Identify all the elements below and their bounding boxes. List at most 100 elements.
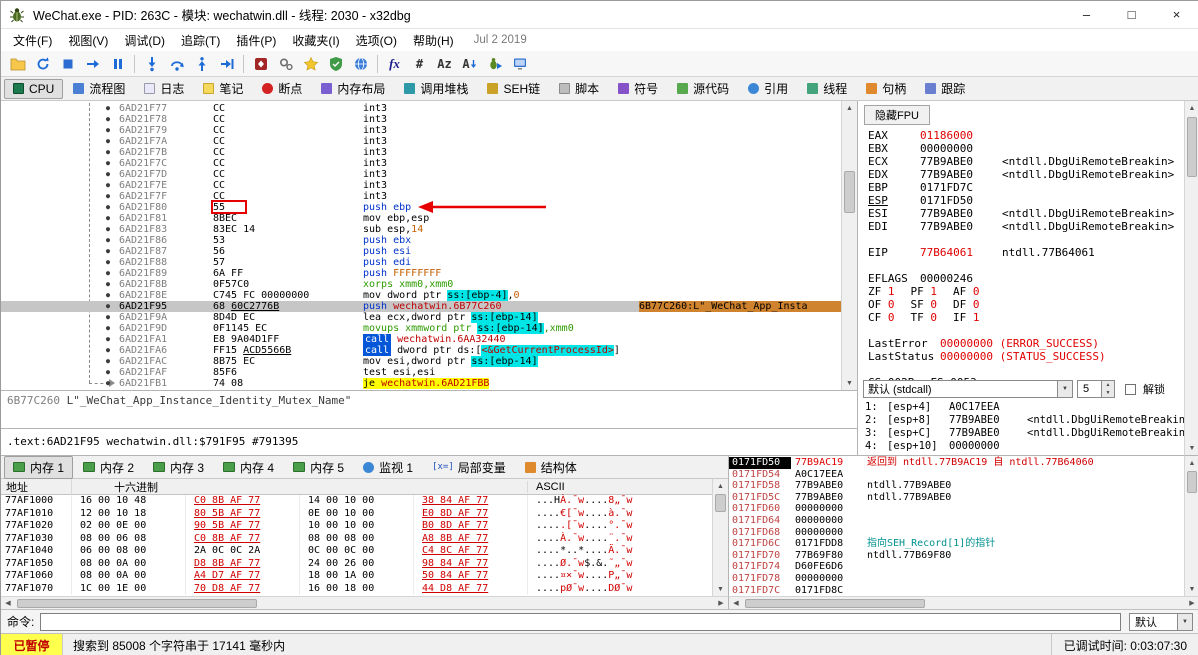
scroll-up-arrow[interactable]: ▲	[1185, 456, 1198, 470]
disasm-row[interactable]: 6AD21F95 68 60C2776B push wechatwin.6B77C2…	[1, 301, 857, 312]
register-row[interactable]: EDX 77B9ABE0 <ntdll.DbgUiRemoteBreakin>	[868, 168, 1198, 181]
step-into-icon[interactable]	[139, 53, 164, 75]
restart-icon[interactable]	[30, 53, 55, 75]
menu-item[interactable]: 追踪(T)	[173, 30, 228, 51]
stack-row[interactable]: 0171FD50 77B9AC19 返回到 ntdll.77B9AC19 自 ntd…	[729, 457, 1184, 469]
menu-item[interactable]: 调试(D)	[116, 30, 173, 51]
scroll-down-arrow[interactable]: ▼	[1185, 582, 1198, 596]
disasm-row[interactable]: 6AD21F77 CC int3	[1, 103, 857, 114]
tab-符号[interactable]: 符号	[609, 77, 667, 100]
disasm-row[interactable]: 6AD21F79 CC int3	[1, 125, 857, 136]
tab-调用堆栈[interactable]: 调用堆栈	[395, 77, 477, 100]
tab-源代码[interactable]: 源代码	[668, 77, 738, 100]
stack-row[interactable]: 0171FD58 77B9ABE0 ntdll.77B9ABE0	[729, 480, 1184, 492]
register-row[interactable]: EAX 01186000	[868, 129, 1198, 142]
dump-row[interactable]: 77AF1070 1C 00 1E 00 70 D8 AF 77 16 00 18 0…	[1, 582, 712, 595]
step-out-icon[interactable]	[189, 53, 214, 75]
spin-up-icon[interactable]: ▲	[1102, 381, 1114, 389]
scroll-left-arrow[interactable]: ◀	[729, 597, 743, 609]
strings-icon[interactable]: Az	[432, 53, 457, 75]
argument-row[interactable]: 4: [esp+10] 00000000	[865, 440, 1185, 453]
disasm-row[interactable]: 6AD21FAC 8B75 EC mov esi,dword ptr ss:[ebp…	[1, 356, 857, 367]
tab-笔记[interactable]: 笔记	[194, 77, 252, 100]
tab-线程[interactable]: 线程	[798, 77, 856, 100]
menu-item[interactable]: 收藏夹(I)	[284, 30, 347, 51]
stack-horizontal-scrollbar[interactable]: ◀ ▶	[728, 596, 1198, 609]
disasm-row[interactable]: 6AD21F89 6A FF push FFFFFFFF	[1, 268, 857, 279]
calling-convention-combo[interactable]: 默认 (stdcall) ▼	[863, 380, 1073, 398]
register-row[interactable]: ESI 77B9ABE0 <ntdll.DbgUiRemoteBreakin>	[868, 207, 1198, 220]
tab-句柄[interactable]: 句柄	[857, 77, 915, 100]
dump-row[interactable]: 77AF1050 08 00 0A 00 D8 8B AF 77 24 00 26 0…	[1, 557, 712, 570]
close-button[interactable]: ×	[1154, 1, 1198, 28]
register-row[interactable]: ESP 0171FD50	[868, 194, 1198, 207]
unlock-checkbox[interactable]	[1125, 383, 1136, 395]
tab-跟踪[interactable]: 跟踪	[916, 77, 974, 100]
stack-row[interactable]: 0171FD70 77B69F80 ntdll.77B69F80	[729, 550, 1184, 562]
scroll-up-arrow[interactable]: ▲	[1185, 101, 1198, 115]
scroll-right-arrow[interactable]: ▶	[714, 597, 728, 609]
scrollbar-thumb[interactable]	[745, 599, 925, 608]
assemble-icon[interactable]: A	[457, 53, 482, 75]
tab-引用[interactable]: 引用	[739, 77, 797, 100]
stack-row[interactable]: 0171FD74 D60FE6D6	[729, 561, 1184, 573]
disasm-row[interactable]: 6AD21FA1 E8 9A04D1FF call wechatwin.6AA324…	[1, 334, 857, 345]
register-row[interactable]: LastStatus 00000000 (STATUS_SUCCESS)	[868, 350, 1198, 363]
disasm-row[interactable]: 6AD21F87 56 push esi	[1, 246, 857, 257]
disasm-row[interactable]: 6AD21FB1 74 08 je wechatwin.6AD21FBB	[1, 378, 857, 389]
disasm-row[interactable]: 6AD21FA6 FF15 ACD5566B call dword ptr ds:[…	[1, 345, 857, 356]
menu-item[interactable]: 文件(F)	[5, 30, 60, 51]
tab-SEH链[interactable]: SEH链	[478, 77, 549, 100]
favourites-star-icon[interactable]	[298, 53, 323, 75]
scrollbar-thumb[interactable]	[17, 599, 257, 608]
patches-icon[interactable]: #	[407, 53, 432, 75]
stack-row[interactable]: 0171FD5C 77B9ABE0 ntdll.77B9ABE0	[729, 492, 1184, 504]
tab-内存 4[interactable]: 内存 4	[214, 456, 283, 479]
scroll-up-arrow[interactable]: ▲	[842, 101, 857, 115]
disasm-row[interactable]: 6AD21FAF 85F6 test esi,esi	[1, 367, 857, 378]
settings-gears-icon[interactable]	[273, 53, 298, 75]
highlight-fx-icon[interactable]: fx	[382, 53, 407, 75]
tab-内存 3[interactable]: 内存 3	[144, 456, 213, 479]
scroll-down-arrow[interactable]: ▼	[842, 376, 857, 390]
argument-row[interactable]: 3: [esp+C] 77B9ABE0 <ntdll.DbgUiRemoteBreak…	[865, 427, 1191, 440]
disasm-row[interactable]: 6AD21F7D CC int3	[1, 169, 857, 180]
register-row[interactable]: LastError 00000000 (ERROR_SUCCESS)	[868, 337, 1198, 350]
pause-icon[interactable]	[105, 53, 130, 75]
scroll-down-arrow[interactable]: ▼	[1185, 441, 1198, 455]
disasm-row[interactable]: 6AD21F9A 8D4D EC lea ecx,dword ptr ss:[ebp…	[1, 312, 857, 323]
argument-row[interactable]: 2: [esp+8] 77B9ABE0 <ntdll.DbgUiRemoteBreak…	[865, 414, 1191, 427]
stack-row[interactable]: 0171FD78 00000000	[729, 573, 1184, 585]
stack-row[interactable]: 0171FD6C 0171FDD8 指向SEH_Record[1]的指针	[729, 538, 1184, 550]
tab-流程图[interactable]: 流程图	[64, 77, 134, 100]
register-row[interactable]: CF 0 TF 0 IF 1	[868, 311, 1198, 324]
stack-row[interactable]: 0171FD54 A0C17EEA	[729, 469, 1184, 481]
menu-item[interactable]: 帮助(H)	[405, 30, 462, 51]
dump-row[interactable]: 77AF1060 08 00 0A 00 A4 D7 AF 77 18 00 1A 0…	[1, 570, 712, 583]
disasm-row[interactable]: 6AD21F7B CC int3	[1, 147, 857, 158]
register-row[interactable]: EFLAGS 00000246	[868, 272, 1198, 285]
minimize-button[interactable]: –	[1064, 1, 1109, 28]
disasm-row[interactable]: 6AD21F88 57 push edi	[1, 257, 857, 268]
menu-item[interactable]: 插件(P)	[228, 30, 284, 51]
disasm-row[interactable]: 6AD21F9D 0F1145 EC movups xmmword ptr ss:[…	[1, 323, 857, 334]
chevron-down-icon[interactable]: ▼	[1057, 381, 1072, 397]
stack-row[interactable]: 0171FD7C 0171FD8C	[729, 585, 1184, 596]
stack-row[interactable]: 0171FD64 00000000	[729, 515, 1184, 527]
shield-icon[interactable]	[323, 53, 348, 75]
disasm-row[interactable]: 6AD21F7A CC int3	[1, 136, 857, 147]
dump-scrollbar[interactable]: ▲ ▼	[712, 479, 728, 596]
stack-row[interactable]: 0171FD60 00000000	[729, 503, 1184, 515]
disasm-row[interactable]: 6AD21F7E CC int3	[1, 180, 857, 191]
dump-row[interactable]: 77AF1020 02 00 0E 00 90 5B AF 77 10 00 10 0…	[1, 520, 712, 533]
stack-scrollbar[interactable]: ▲ ▼	[1184, 455, 1198, 596]
register-row[interactable]: ECX 77B9ABE0 <ntdll.DbgUiRemoteBreakin>	[868, 155, 1198, 168]
register-row[interactable]: EBP 0171FD7C	[868, 181, 1198, 194]
step-over-icon[interactable]	[164, 53, 189, 75]
tab-结构体[interactable]: 结构体	[516, 456, 586, 479]
globe-icon[interactable]	[348, 53, 373, 75]
tab-日志[interactable]: 日志	[135, 77, 193, 100]
stop-icon[interactable]	[55, 53, 80, 75]
register-row[interactable]: EIP 77B64061 ntdll.77B64061	[868, 246, 1198, 259]
disassembly-scrollbar[interactable]: ▲ ▼	[841, 101, 857, 390]
